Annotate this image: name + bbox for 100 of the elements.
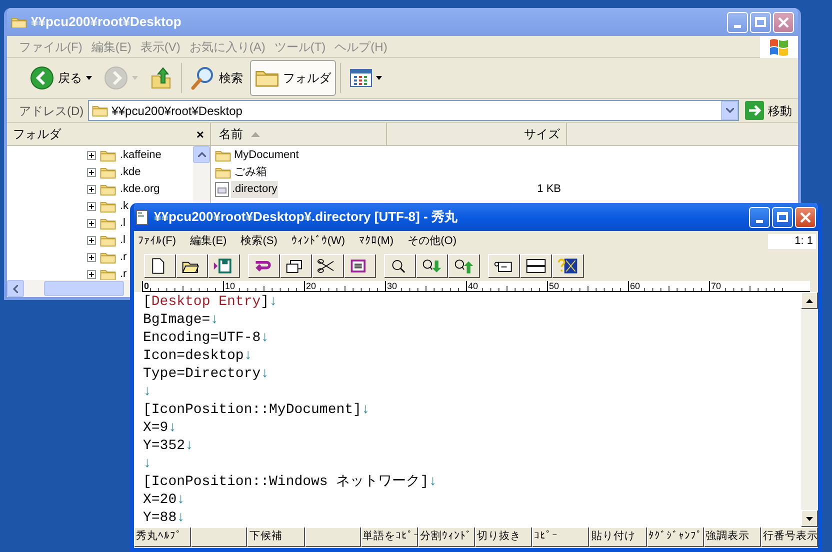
close-button[interactable] [773, 12, 794, 32]
toolbar-button[interactable] [344, 254, 376, 278]
file-name[interactable]: .directory [231, 181, 278, 198]
tree-item[interactable]: .r [120, 249, 127, 266]
address-field[interactable]: ¥¥pcu200¥root¥Desktop [88, 100, 739, 121]
go-button[interactable]: 移動 [743, 101, 794, 120]
toolbar-button[interactable] [552, 254, 584, 278]
expand-icon[interactable] [87, 202, 96, 211]
expand-icon[interactable] [87, 185, 96, 194]
maximize-button[interactable] [772, 206, 793, 228]
column-header[interactable]: 名前 [211, 123, 387, 145]
text-line: ↓ [143, 455, 152, 473]
dropdown-button[interactable] [721, 101, 738, 120]
tree-item[interactable]: .l [120, 215, 126, 232]
ruler-label: 20 [305, 281, 318, 291]
menu-item[interactable]: その他(O) [408, 232, 456, 250]
chevron-up-icon [198, 152, 206, 157]
dropdown-caret-icon [376, 76, 382, 80]
menu-item[interactable]: ﾏｸﾛ(M) [359, 232, 394, 250]
expand-icon[interactable] [87, 219, 96, 228]
pane-title: フォルダ [13, 126, 61, 143]
column-header[interactable]: サイズ [387, 123, 567, 145]
file-size: 1 KB [536, 182, 562, 198]
function-key-button[interactable]: 切り抜き [475, 527, 532, 547]
function-key-button[interactable]: ﾀｸﾞｼﾞｬﾝﾌﾟ [646, 527, 704, 547]
text-line: [Desktop Entry]↓ [143, 293, 278, 311]
function-key-button[interactable]: 下候補 [247, 527, 305, 547]
tree-item[interactable]: .k [120, 198, 129, 215]
tree-item[interactable]: .r [120, 266, 127, 280]
close-pane-button[interactable]: × [196, 128, 204, 140]
tree-item[interactable]: .kde [120, 164, 141, 181]
file-name[interactable]: MyDocument [233, 147, 300, 164]
menu-item[interactable]: 検索(S) [240, 232, 278, 250]
vertical-scrollbar[interactable] [801, 292, 818, 527]
menu-item[interactable]: 編集(E) [190, 232, 227, 250]
text-line: Icon=desktop↓ [143, 347, 252, 365]
close-icon [778, 16, 789, 28]
window-title: ¥¥pcu200¥root¥Desktop [31, 13, 182, 32]
function-key-button[interactable]: ｺﾋﾟｰ [532, 527, 590, 547]
dropdown-caret-icon [132, 76, 138, 80]
scroll-left-button[interactable] [7, 280, 24, 297]
ruler-label: 0 [143, 281, 150, 291]
text-line: Y=352↓ [143, 437, 194, 455]
toolbar-button[interactable] [280, 254, 312, 278]
ruler-label: 40 [467, 281, 480, 291]
expand-icon[interactable] [87, 253, 96, 262]
search-toolbar-button[interactable]: 検索 [186, 60, 248, 96]
toolbar-button[interactable] [520, 254, 552, 278]
address-label: アドレス(D) [19, 102, 84, 120]
function-key-button[interactable]: 秀丸ﾍﾙﾌﾟ [134, 527, 192, 547]
function-key-button[interactable]: 分割ｳｨﾝﾄﾞ [418, 527, 476, 547]
minimize-button[interactable] [727, 12, 748, 32]
toolbar-button[interactable] [384, 254, 416, 278]
folder-icon [100, 234, 116, 247]
folder-icon [100, 149, 116, 162]
toolbar-button[interactable] [416, 254, 448, 278]
expand-icon[interactable] [87, 151, 96, 160]
folder-icon [255, 68, 279, 88]
help-icon [557, 256, 579, 276]
function-key-button[interactable] [191, 527, 248, 547]
scrollbar-thumb[interactable] [44, 281, 124, 296]
close-button[interactable] [795, 206, 816, 228]
minimize-button[interactable] [749, 206, 770, 228]
folder-icon [100, 166, 116, 179]
toolbar-button[interactable] [448, 254, 480, 278]
toolbar-button[interactable] [144, 254, 176, 278]
close-icon [800, 212, 811, 222]
function-key-button[interactable]: 強調表示 [704, 527, 761, 547]
function-key-button[interactable] [304, 527, 361, 547]
sort-ascending-icon [251, 132, 260, 136]
text-line: Encoding=UTF-8↓ [143, 329, 270, 347]
expand-icon[interactable] [87, 236, 96, 245]
toolbar-button[interactable] [488, 254, 520, 278]
text-line: X=20↓ [143, 491, 186, 509]
function-key-button[interactable]: 単語をｺﾋﾟｰ [360, 527, 418, 547]
folder-up-icon [150, 66, 172, 90]
ruler-label: 60 [629, 281, 642, 291]
search-icon [191, 66, 215, 90]
toolbar-button[interactable] [312, 254, 344, 278]
file-name[interactable]: ごみ箱 [233, 164, 268, 181]
toolbar-button[interactable] [208, 254, 240, 278]
function-key-button[interactable]: 行番号表示 [760, 527, 818, 547]
ruler-label: 30 [386, 281, 398, 291]
menu-item[interactable]: ｳｨﾝﾄﾞｳ(W) [291, 232, 346, 250]
maximize-button[interactable] [750, 12, 771, 32]
document-icon [215, 182, 229, 197]
document-icon [136, 210, 148, 224]
tree-item[interactable]: .l [120, 232, 126, 249]
function-key-button[interactable]: 貼り付け [589, 527, 647, 547]
toolbar-button[interactable] [248, 254, 280, 278]
toolbar-button[interactable] [176, 254, 208, 278]
menu-item[interactable]: ﾌｧｲﾙ(F) [138, 232, 176, 250]
scroll-up-button[interactable] [193, 146, 210, 163]
text-line: [IconPosition::MyDocument]↓ [143, 401, 370, 419]
folders-toolbar-button[interactable]: フォルダ [250, 60, 336, 96]
expand-icon[interactable] [87, 168, 96, 177]
back-toolbar-button[interactable]: 戻る [25, 60, 97, 96]
tree-item[interactable]: .kde.org [120, 181, 160, 198]
tree-item[interactable]: .kaffeine [120, 147, 162, 164]
expand-icon[interactable] [87, 270, 96, 279]
